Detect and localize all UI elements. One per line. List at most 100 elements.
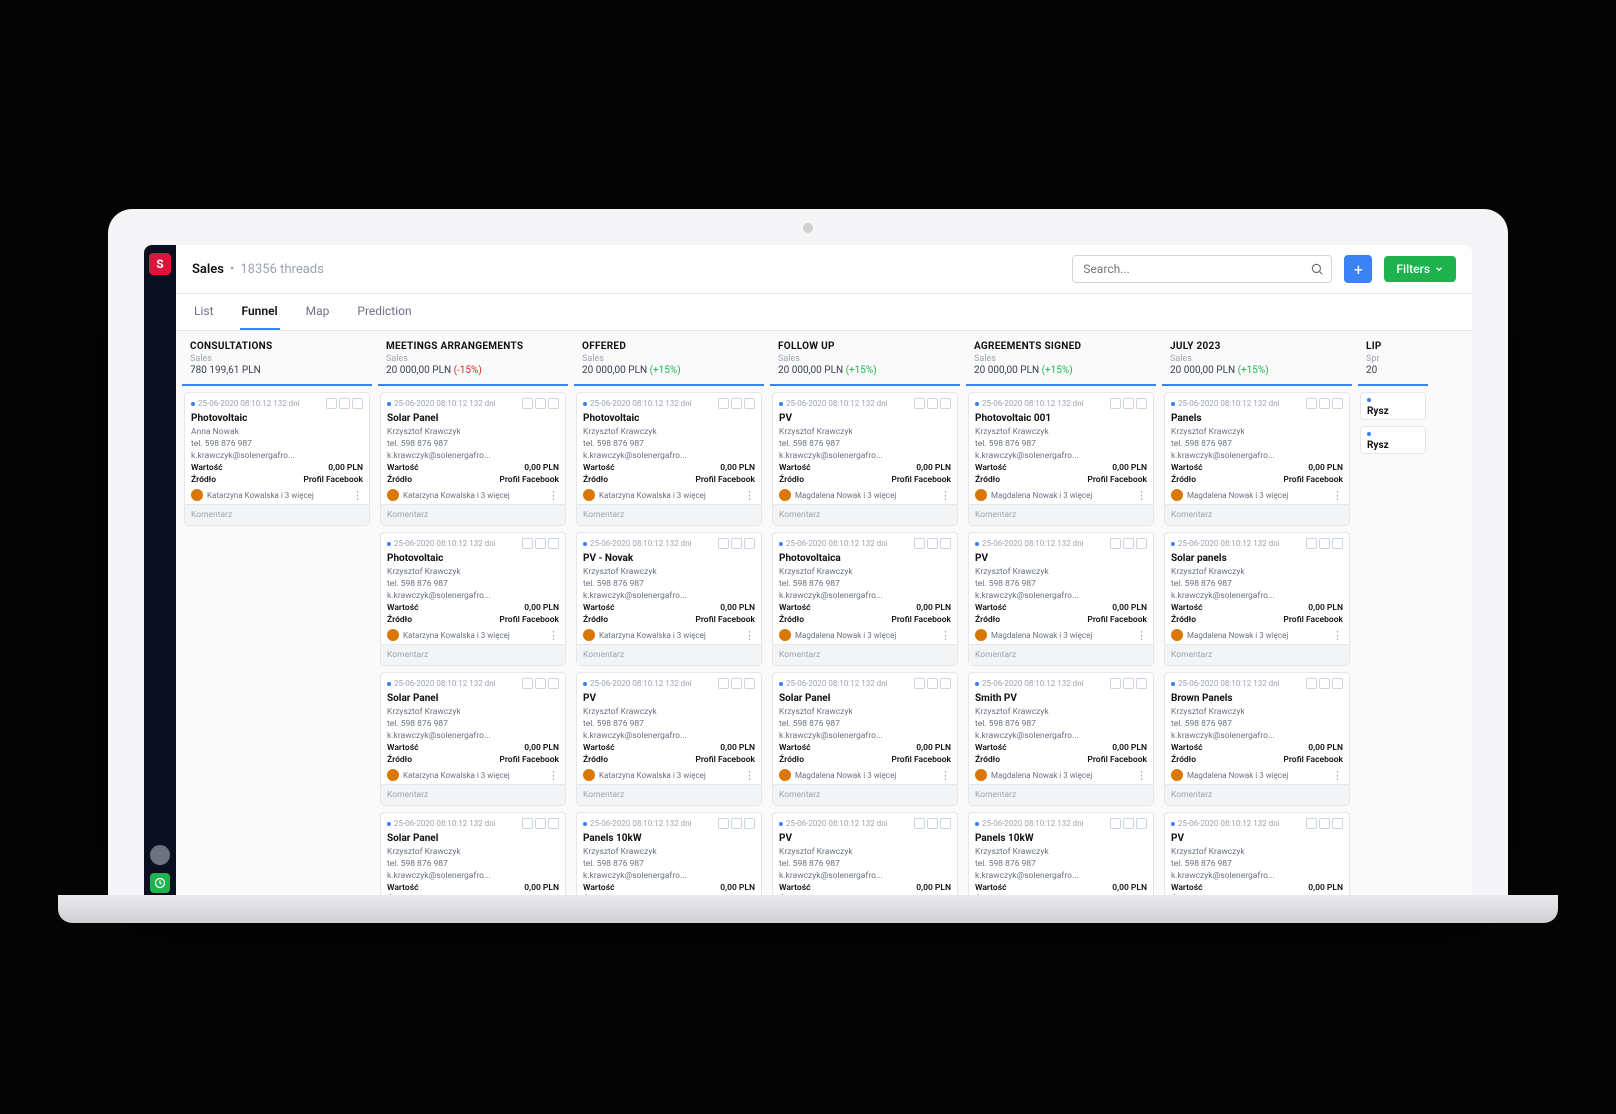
archive-icon[interactable] [1136,678,1147,689]
more-icon[interactable]: ⋮ [352,490,363,501]
deal-card[interactable]: 25-06-2020 08:10:12 132 dniPanelsKrzyszt… [1164,392,1350,526]
more-icon[interactable]: ⋮ [1136,770,1147,781]
archive-icon[interactable] [744,818,755,829]
archive-icon[interactable] [1332,538,1343,549]
calendar-icon[interactable] [1123,818,1134,829]
deal-card[interactable]: 25-06-2020 08:10:12 132 dniSolar PanelKr… [772,672,958,806]
archive-icon[interactable] [1332,818,1343,829]
tab-prediction[interactable]: Prediction [355,294,413,330]
task-icon[interactable] [522,678,533,689]
calendar-icon[interactable] [1319,678,1330,689]
comment-field[interactable]: Komentarz [577,644,761,665]
deal-card[interactable]: 25-06-2020 08:10:12 132 dniSolar PanelKr… [380,672,566,806]
search-input[interactable] [1072,255,1332,283]
deal-card[interactable]: 25-06-2020 08:10:12 132 dniSolar PanelKr… [380,812,566,905]
deal-card[interactable]: 25-06-2020 08:10:12 132 dniSolar PanelKr… [380,392,566,526]
archive-icon[interactable] [744,678,755,689]
more-icon[interactable]: ⋮ [1136,630,1147,641]
archive-icon[interactable] [1136,398,1147,409]
deal-card[interactable]: 25-06-2020 08:10:12 132 dniSolar panelsK… [1164,532,1350,666]
comment-field[interactable]: Komentarz [577,504,761,525]
calendar-icon[interactable] [1319,398,1330,409]
deal-card[interactable]: 25-06-2020 08:10:12 132 dniPanels 10kWKr… [968,812,1154,905]
calendar-icon[interactable] [535,398,546,409]
tab-list[interactable]: List [192,294,216,330]
deal-card[interactable]: Rysz [1360,392,1426,420]
calendar-icon[interactable] [339,398,350,409]
task-icon[interactable] [1110,818,1121,829]
task-icon[interactable] [718,818,729,829]
tab-map[interactable]: Map [304,294,332,330]
comment-field[interactable]: Komentarz [773,784,957,805]
more-icon[interactable]: ⋮ [744,490,755,501]
add-button[interactable]: + [1344,255,1372,283]
more-icon[interactable]: ⋮ [940,770,951,781]
archive-icon[interactable] [1332,398,1343,409]
archive-icon[interactable] [548,818,559,829]
deal-card[interactable]: 25-06-2020 08:10:12 132 dniSmith PVKrzys… [968,672,1154,806]
task-icon[interactable] [1306,538,1317,549]
deal-card[interactable]: Rysz [1360,426,1426,454]
archive-icon[interactable] [548,398,559,409]
more-icon[interactable]: ⋮ [940,490,951,501]
deal-card[interactable]: 25-06-2020 08:10:12 132 dniPanels 10kWKr… [576,812,762,905]
task-icon[interactable] [718,538,729,549]
user-avatar[interactable] [150,845,170,865]
comment-field[interactable]: Komentarz [381,644,565,665]
more-icon[interactable]: ⋮ [548,770,559,781]
calendar-icon[interactable] [731,818,742,829]
comment-field[interactable]: Komentarz [1165,504,1349,525]
deal-card[interactable]: 25-06-2020 08:10:12 132 dniPhotovoltaica… [772,532,958,666]
task-icon[interactable] [522,538,533,549]
more-icon[interactable]: ⋮ [548,490,559,501]
app-logo[interactable]: S [149,253,171,275]
comment-field[interactable]: Komentarz [381,784,565,805]
calendar-icon[interactable] [927,538,938,549]
archive-icon[interactable] [744,398,755,409]
calendar-icon[interactable] [535,538,546,549]
deal-card[interactable]: 25-06-2020 08:10:12 132 dniPV - NovakKrz… [576,532,762,666]
comment-field[interactable]: Komentarz [969,784,1153,805]
comment-field[interactable]: Komentarz [1165,644,1349,665]
calendar-icon[interactable] [927,818,938,829]
archive-icon[interactable] [940,678,951,689]
more-icon[interactable]: ⋮ [1332,630,1343,641]
task-icon[interactable] [1306,678,1317,689]
deal-card[interactable]: 25-06-2020 08:10:12 132 dniPhotovoltaic … [968,392,1154,526]
archive-icon[interactable] [744,538,755,549]
calendar-icon[interactable] [731,398,742,409]
comment-field[interactable]: Komentarz [1165,784,1349,805]
task-icon[interactable] [522,398,533,409]
task-icon[interactable] [718,678,729,689]
calendar-icon[interactable] [535,678,546,689]
more-icon[interactable]: ⋮ [940,630,951,641]
comment-field[interactable]: Komentarz [969,644,1153,665]
more-icon[interactable]: ⋮ [1332,770,1343,781]
comment-field[interactable]: Komentarz [577,784,761,805]
archive-icon[interactable] [940,538,951,549]
deal-card[interactable]: 25-06-2020 08:10:12 132 dniPVKrzysztof K… [1164,812,1350,905]
deal-card[interactable]: 25-06-2020 08:10:12 132 dniBrown PanelsK… [1164,672,1350,806]
task-icon[interactable] [1110,538,1121,549]
task-icon[interactable] [1110,398,1121,409]
deal-card[interactable]: 25-06-2020 08:10:12 132 dniPVKrzysztof K… [968,532,1154,666]
calendar-icon[interactable] [731,678,742,689]
calendar-icon[interactable] [927,398,938,409]
comment-field[interactable]: Komentarz [381,504,565,525]
calendar-icon[interactable] [1123,538,1134,549]
task-icon[interactable] [1110,678,1121,689]
more-icon[interactable]: ⋮ [744,630,755,641]
comment-field[interactable]: Komentarz [969,504,1153,525]
comment-field[interactable]: Komentarz [773,644,957,665]
more-icon[interactable]: ⋮ [744,770,755,781]
task-icon[interactable] [718,398,729,409]
more-icon[interactable]: ⋮ [1332,490,1343,501]
task-icon[interactable] [914,818,925,829]
comment-field[interactable]: Komentarz [185,504,369,525]
archive-icon[interactable] [1136,538,1147,549]
archive-icon[interactable] [352,398,363,409]
more-icon[interactable]: ⋮ [1136,490,1147,501]
deal-card[interactable]: 25-06-2020 08:10:12 132 dniPhotovoltaicA… [184,392,370,526]
calendar-icon[interactable] [1319,818,1330,829]
calendar-icon[interactable] [535,818,546,829]
